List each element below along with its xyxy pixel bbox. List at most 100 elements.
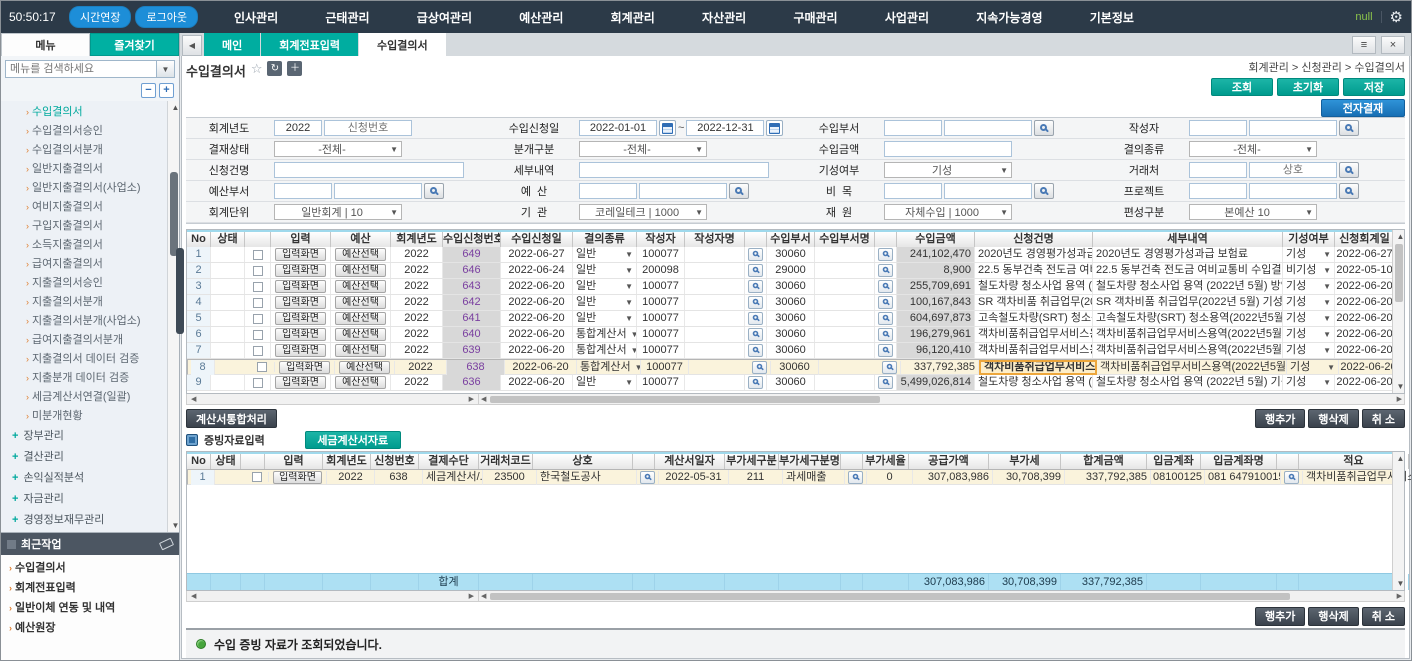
recent-item[interactable]: ›회계전표입력 — [1, 578, 167, 598]
grid1-hscrollbar[interactable]: ◀▶ ◀▶ — [186, 394, 1405, 405]
scroll-up-icon[interactable]: ▲ — [1397, 452, 1405, 465]
sidebar-item[interactable]: ›지출결의서 데이터 검증 — [1, 350, 166, 369]
nav-assets[interactable]: 자산관리 — [702, 9, 746, 26]
expand-all-button[interactable]: + — [159, 83, 174, 98]
writer-name-field[interactable] — [1249, 120, 1337, 136]
search-icon[interactable] — [1034, 183, 1054, 199]
search-icon[interactable] — [729, 183, 749, 199]
search-button[interactable]: 조회 — [1211, 78, 1273, 96]
org-select[interactable]: 코레일테크 | 1000▼ — [579, 204, 707, 220]
income-dept-code-field[interactable] — [884, 120, 942, 136]
grid2-input-screen-button[interactable]: 입력화면 — [273, 471, 322, 484]
grid1-cell-decision[interactable]: 일반▼ — [573, 311, 637, 326]
grid1-cell-completion[interactable]: 기성▼ — [1283, 375, 1335, 390]
grid1-cell-decision[interactable]: 일반▼ — [573, 375, 637, 390]
grid1-focused-cell[interactable]: 객차비품취급업무서비스용역 — [979, 360, 1097, 375]
sidebar-group[interactable]: +결산관리 — [1, 447, 166, 468]
nav-basic-info[interactable]: 기본정보 — [1090, 9, 1134, 26]
request-name-field[interactable] — [274, 162, 464, 178]
sidebar-item[interactable]: ›일반지출결의서(사업소) — [1, 179, 166, 198]
grid1-input-screen-button[interactable]: 입력화면 — [275, 328, 326, 341]
sidebar-item[interactable]: ›수입결의서승인 — [1, 122, 166, 141]
detail-field[interactable] — [579, 162, 769, 178]
add-row-button[interactable]: 행추가 — [1255, 409, 1305, 428]
grid1-row[interactable]: 7입력화면예산선택20226392022-06-20통합계산서▼10007730… — [187, 343, 1404, 359]
grid1-budget-select-button[interactable]: 예산선택 — [335, 280, 386, 293]
budget-dept-code-field[interactable] — [274, 183, 332, 199]
grid1-cell-completion[interactable]: 기성▼ — [1283, 311, 1335, 326]
decision-type-select[interactable]: -전체-▼ — [1189, 141, 1317, 157]
search-icon[interactable] — [748, 248, 763, 261]
search-icon[interactable] — [882, 361, 897, 374]
sidebar-item[interactable]: ›급여지출결의서 — [1, 255, 166, 274]
grid1-cell-completion[interactable]: 비기성▼ — [1283, 263, 1335, 278]
menu-search-input[interactable] — [5, 60, 157, 78]
nav-hr[interactable]: 인사관리 — [234, 9, 278, 26]
grid1-input-screen-button[interactable]: 입력화면 — [279, 361, 330, 374]
grid2-row[interactable]: 1입력화면2022638세금계산서/...23500한국철도공사2022-05-… — [187, 469, 1404, 485]
journal-type-select[interactable]: -전체-▼ — [579, 141, 707, 157]
grid1-budget-select-button[interactable]: 예산선택 — [335, 296, 386, 309]
budget-code-field[interactable] — [579, 183, 637, 199]
approval-status-select[interactable]: -전체-▼ — [274, 141, 402, 157]
grid1-cell-decision[interactable]: 일반▼ — [573, 263, 637, 278]
scrollbar-thumb[interactable] — [170, 172, 178, 256]
search-icon[interactable] — [1339, 162, 1359, 178]
grid1-budget-select-button[interactable]: 예산선택 — [339, 361, 390, 374]
row-checkbox[interactable] — [253, 298, 263, 308]
grid1-row[interactable]: 5입력화면예산선택20226412022-06-20일반▼10007730060… — [187, 311, 1404, 327]
sidebar-tab-favorites[interactable]: 즐겨찾기 — [90, 33, 179, 56]
search-icon[interactable] — [878, 296, 893, 309]
grid1-cell-decision[interactable]: 통합계산서▼ — [573, 327, 637, 342]
income-amount-field[interactable] — [884, 141, 1012, 157]
grid1-cell-decision[interactable]: 일반▼ — [573, 279, 637, 294]
row-checkbox[interactable] — [253, 266, 263, 276]
gear-icon[interactable]: ⚙ — [1382, 8, 1403, 26]
search-icon[interactable] — [748, 344, 763, 357]
eraser-icon[interactable] — [159, 538, 174, 551]
sidebar-tab-menu[interactable]: 메뉴 — [1, 33, 90, 56]
sidebar-item[interactable]: ›소득지출결의서 — [1, 236, 166, 255]
request-no-field[interactable] — [324, 120, 412, 136]
cancel-button-2[interactable]: 취 소 — [1362, 607, 1405, 626]
row-checkbox[interactable] — [253, 378, 263, 388]
income-dept-name-field[interactable] — [944, 120, 1032, 136]
grid1-cell-completion[interactable]: 기성▼ — [1287, 360, 1339, 375]
sidebar-item[interactable]: ›세금계산서연결(일괄) — [1, 388, 166, 407]
grid1-row[interactable]: 9입력화면예산선택20226362022-06-20일반▼10007730060… — [187, 375, 1404, 391]
sidebar-item[interactable]: ›급여지출결의서분개 — [1, 331, 166, 350]
grid1-cell-decision[interactable]: 통합계산서▼ — [577, 360, 641, 375]
logout-button[interactable]: 로그아웃 — [135, 6, 197, 28]
search-icon[interactable] — [752, 361, 767, 374]
row-checkbox[interactable] — [257, 362, 267, 372]
scroll-down-icon[interactable]: ▼ — [1397, 380, 1405, 393]
grid1-row[interactable]: 2입력화면예산선택20226462022-06-24일반▼20009829000… — [187, 263, 1404, 279]
search-icon[interactable] — [878, 376, 893, 389]
grid1-cell-decision[interactable]: 일반▼ — [573, 295, 637, 310]
grid1-cell-decision[interactable]: 통합계산서▼ — [573, 343, 637, 358]
menu-search-dropdown-icon[interactable]: ▼ — [157, 60, 175, 78]
search-icon[interactable] — [1284, 471, 1299, 484]
grid1-row[interactable]: 1입력화면예산선택20226492022-06-27일반▼10007730060… — [187, 247, 1404, 263]
scrollbar-thumb[interactable] — [1395, 244, 1403, 302]
tab-list-icon[interactable]: ≡ — [1352, 36, 1376, 54]
search-icon[interactable] — [878, 328, 893, 341]
grid1-cell-decision[interactable]: 일반▼ — [573, 247, 637, 262]
sidebar-item[interactable]: ›수입결의서 — [1, 103, 166, 122]
recent-item[interactable]: ›예산원장 — [1, 618, 167, 638]
grid1-input-screen-button[interactable]: 입력화면 — [275, 264, 326, 277]
completion-select[interactable]: 기성▼ — [884, 162, 1012, 178]
sidebar-item[interactable]: ›일반지출결의서 — [1, 160, 166, 179]
new-window-icon[interactable]: ＋ — [287, 61, 302, 76]
grid1-row[interactable]: 4입력화면예산선택20226422022-06-20일반▼10007730060… — [187, 295, 1404, 311]
row-checkbox[interactable] — [253, 282, 263, 292]
search-icon[interactable] — [878, 312, 893, 325]
search-icon[interactable] — [424, 183, 444, 199]
grid1-cell-completion[interactable]: 기성▼ — [1283, 279, 1335, 294]
row-checkbox[interactable] — [253, 330, 263, 340]
vendor-name-field[interactable] — [1249, 162, 1337, 178]
grid1-cell-completion[interactable]: 기성▼ — [1283, 295, 1335, 310]
budget-type-select[interactable]: 본예산 10▼ — [1189, 204, 1317, 220]
grid1-budget-select-button[interactable]: 예산선택 — [335, 344, 386, 357]
grid1-budget-select-button[interactable]: 예산선택 — [335, 312, 386, 325]
